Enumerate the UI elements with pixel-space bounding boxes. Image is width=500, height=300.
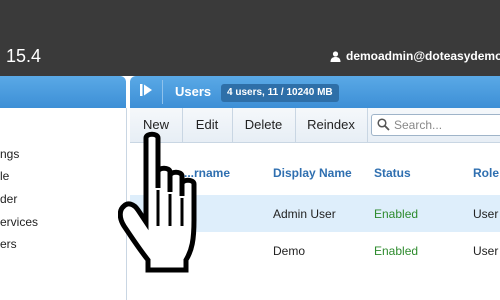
sidebar-item-folder[interactable]: der	[0, 192, 17, 206]
user-count-badge: 4 users, 11 / 10240 MB	[221, 84, 339, 102]
cell-display-name: Admin User	[273, 207, 336, 221]
cell-status: Enabled	[374, 207, 419, 221]
column-header-username[interactable]: ...rname	[184, 166, 230, 180]
top-bar	[0, 0, 500, 76]
column-header-status[interactable]: Status	[374, 166, 411, 180]
collapse-sidebar-button[interactable]	[133, 79, 159, 105]
column-header-role[interactable]: Role	[473, 166, 499, 180]
sidebar-item-profile[interactable]: le	[0, 169, 9, 183]
sidebar-header	[0, 76, 126, 108]
app-version: 15.4	[6, 46, 42, 66]
reindex-button[interactable]: Reindex	[295, 108, 368, 142]
edit-button[interactable]: Edit	[182, 108, 233, 142]
sidebar-item-users[interactable]: ers	[0, 237, 17, 251]
username: demoadmin@doteasydemo.com	[346, 49, 500, 63]
sidebar: ngs le der ervices ers	[0, 108, 127, 300]
search-input[interactable]	[394, 116, 500, 134]
cell-role: User	[473, 207, 499, 221]
column-header-display-name[interactable]: Display Name	[273, 166, 352, 180]
search-icon	[377, 118, 390, 136]
user-menu[interactable]: demoadmin@doteasydemo.com	[330, 49, 500, 63]
header-divider	[162, 80, 163, 104]
app-window: 15.4 demoadmin@doteasydemo.com ngs le de…	[0, 0, 500, 300]
search-box[interactable]	[371, 114, 500, 136]
collapse-left-icon	[139, 83, 153, 102]
user-icon	[330, 50, 341, 62]
new-button[interactable]: New	[130, 108, 183, 142]
cell-status: Enabled	[374, 244, 419, 258]
cell-display-name: Demo	[273, 244, 306, 258]
sidebar-item-settings[interactable]: ngs	[0, 147, 19, 161]
page-title: Users	[175, 84, 212, 99]
cell-role: User	[473, 244, 499, 258]
sidebar-item-services[interactable]: ervices	[0, 215, 38, 229]
delete-button[interactable]: Delete	[232, 108, 296, 142]
